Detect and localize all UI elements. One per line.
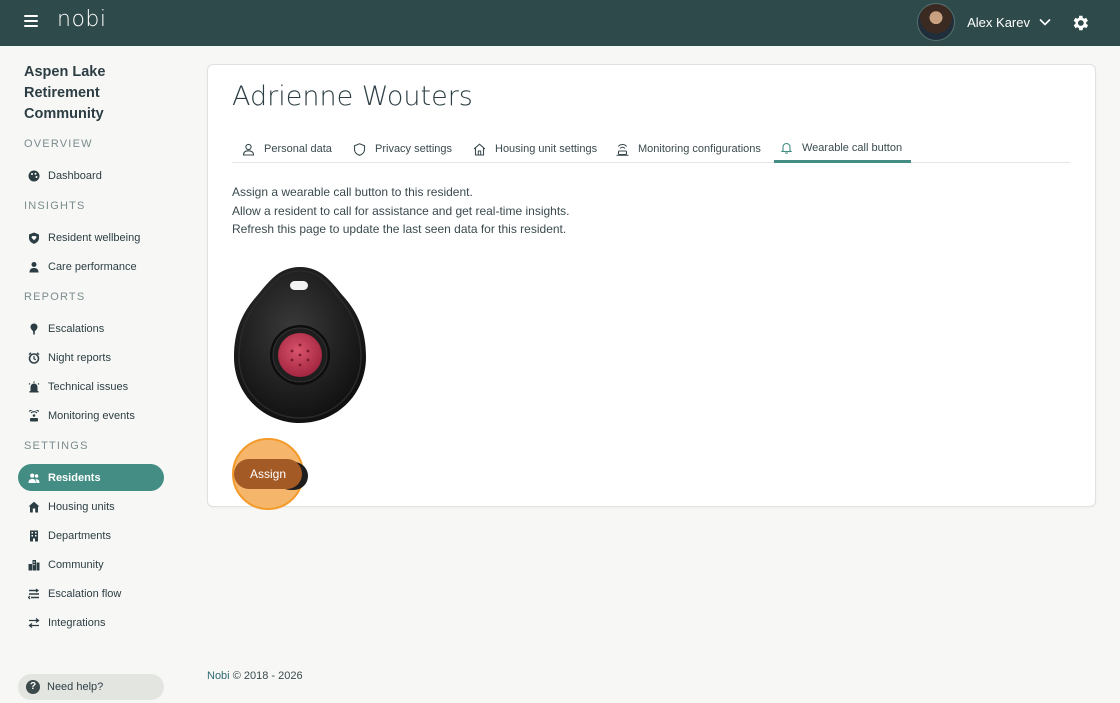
tab-personal-data[interactable]: Personal data — [236, 135, 338, 163]
alarm-clock-icon — [28, 351, 40, 364]
tab-wearable-call-button[interactable]: Wearable call button — [774, 135, 911, 163]
gear-icon[interactable] — [1070, 13, 1090, 33]
flow-icon — [28, 588, 39, 599]
chevron-down-icon — [1039, 18, 1051, 26]
building-icon — [30, 530, 38, 541]
description-line: Refresh this page to update the last see… — [232, 222, 567, 236]
sidebar-item-label: Escalation flow — [48, 587, 122, 600]
sidebar-item-technical-issues[interactable]: Technical issues — [18, 373, 164, 400]
sidebar-item-departments[interactable]: Departments — [18, 522, 164, 549]
sidebar-item-escalation-flow[interactable]: Escalation flow — [18, 580, 164, 607]
sidebar-item-integrations[interactable]: Integrations — [18, 609, 164, 636]
sidebar-item-label: Integrations — [48, 616, 106, 629]
sidebar-item-care-performance[interactable]: Care performance — [18, 253, 164, 280]
section-settings: SETTINGS — [24, 440, 89, 452]
person-icon — [242, 143, 255, 156]
city-icon — [28, 559, 40, 570]
sidebar-item-dashboard[interactable]: Dashboard — [18, 162, 164, 189]
sidebar-item-label: Monitoring events — [48, 409, 135, 422]
tab-label: Privacy settings — [375, 143, 453, 155]
arrows-icon — [28, 617, 40, 628]
user-menu[interactable]: Alex Karev — [917, 3, 1052, 41]
sidebar-item-label: Dashboard — [48, 169, 102, 182]
pin-icon — [30, 323, 38, 334]
sidebar-item-label: Care performance — [48, 260, 137, 273]
tab-label: Monitoring configurations — [638, 143, 761, 155]
section-overview: OVERVIEW — [24, 138, 93, 150]
sidebar-item-community[interactable]: Community — [18, 551, 164, 578]
wearable-call-button-image — [234, 267, 366, 423]
bell-icon — [780, 142, 793, 154]
need-help-label: Need help? — [47, 681, 104, 693]
sidebar-item-residents[interactable]: Residents — [18, 464, 164, 491]
sidebar-item-label: Resident wellbeing — [48, 231, 141, 244]
description-line: Allow a resident to call for assistance … — [232, 203, 570, 218]
assign-highlight: Assign — [232, 438, 308, 510]
tab-housing-unit-settings[interactable]: Housing unit settings — [467, 135, 603, 163]
logo[interactable]: nobi — [57, 7, 106, 32]
tab-label: Wearable call button — [802, 141, 903, 154]
sidebar-item-housing-units[interactable]: Housing units — [18, 493, 164, 520]
sidebar-item-label: Housing units — [48, 500, 115, 513]
broadcast-icon — [28, 409, 40, 421]
house-icon — [473, 142, 486, 156]
sidebar-item-label: Technical issues — [48, 380, 129, 393]
help-icon: ? — [26, 680, 40, 694]
avatar — [917, 3, 956, 41]
section-insights: INSIGHTS — [24, 200, 86, 212]
footer: Nobi © 2018 - 2026 — [207, 670, 303, 682]
shield-heart-icon — [29, 232, 39, 244]
tab-monitoring-configurations[interactable]: Monitoring configurations — [610, 135, 767, 163]
sidebar-item-label: Departments — [48, 529, 111, 542]
sidebar-item-label: Residents — [48, 471, 101, 484]
footer-copyright: © 2018 - 2026 — [232, 670, 303, 682]
sidebar-item-escalations[interactable]: Escalations — [18, 315, 164, 342]
sidebar-item-label: Night reports — [48, 351, 111, 364]
person-badge-icon — [29, 261, 39, 272]
tab-label: Personal data — [264, 143, 332, 155]
sidebar-item-label: Escalations — [48, 322, 105, 335]
tab-label: Housing unit settings — [495, 143, 598, 155]
sidebar-item-night-reports[interactable]: Night reports — [18, 344, 164, 371]
top-bar: nobi Alex Karev — [0, 0, 1120, 46]
tab-privacy-settings[interactable]: Privacy settings — [347, 135, 458, 163]
shield-icon — [353, 142, 366, 156]
need-help-button[interactable]: ? Need help? — [18, 674, 164, 700]
footer-brand-link[interactable]: Nobi — [207, 670, 230, 682]
hamburger-menu-icon[interactable] — [24, 15, 38, 29]
sidebar-item-monitoring-events[interactable]: Monitoring events — [18, 402, 164, 429]
description: Assign a wearable call button to this re… — [232, 183, 570, 239]
section-reports: REPORTS — [24, 291, 86, 303]
users-icon — [28, 473, 40, 483]
palette-icon — [28, 170, 40, 181]
description-line: Assign a wearable call button to this re… — [232, 185, 473, 199]
sidebar-item-label: Community — [48, 558, 104, 571]
page-title: Adrienne Wouters — [232, 81, 473, 112]
user-name: Alex Karev — [967, 14, 1030, 30]
alarm-icon — [28, 381, 40, 392]
sensor-icon — [616, 143, 629, 156]
resident-card: Adrienne Wouters Personal data Privacy s… — [207, 64, 1096, 510]
tab-bar: Personal data Privacy settings Housing u… — [232, 135, 1070, 163]
sidebar-item-resident-wellbeing[interactable]: Resident wellbeing — [18, 224, 164, 251]
community-name: Aspen Lake Retirement Community — [24, 64, 106, 122]
assign-button[interactable]: Assign — [234, 459, 302, 489]
sidebar: Aspen Lake Retirement Community OVERVIEW… — [0, 46, 180, 703]
house-icon — [28, 501, 40, 512]
